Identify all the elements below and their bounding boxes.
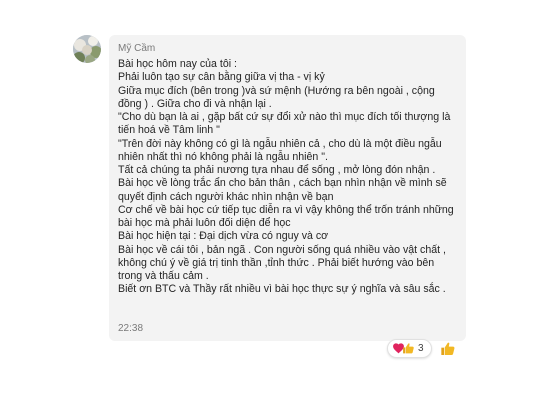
message-line: "Trên đời này không có gì là ngẫu nhiên …	[118, 137, 442, 150]
message-line: "Cho dù bạn là ai , gặp bất cứ sự đổi xử…	[118, 111, 451, 123]
reactions-summary[interactable]: 3	[387, 339, 432, 358]
message-body: Bài học hôm nay của tôi : Phải luôn tạo …	[118, 58, 460, 297]
thumbs-up-icon	[402, 342, 415, 355]
message-line: không chú ý về giá trị tinh thần ,tỉnh t…	[118, 256, 435, 269]
message-line: quyết định cách người khác nhìn nhận về …	[118, 190, 334, 203]
message-line: nhiên nhất thì nó không phải là ngẫu nhi…	[118, 150, 328, 163]
message-line: Biết ơn BTC và Thầy rất nhiều vì bài học…	[118, 283, 446, 296]
message-line: bài học mà phải luôn đối diện để học	[118, 217, 291, 229]
add-reaction-button[interactable]	[440, 341, 456, 357]
thumbs-up-icon	[441, 342, 455, 355]
message-timestamp: 22:38	[118, 323, 144, 334]
message-line: đồng ) . Giữa cho đi và nhận lại .	[118, 97, 272, 110]
message-line: Cơ chế về bài học cứ tiếp tục diễn ra vì…	[118, 203, 454, 216]
message-line: Bài học hiện tại : Đại dịch vừa có nguy …	[118, 230, 329, 243]
message-line: Bài học về cái tôi , bản ngã . Con người…	[118, 243, 446, 256]
message-line: trong và thấu cảm .	[118, 270, 209, 282]
message-line: tiến hoá về Tâm linh "	[118, 124, 220, 137]
message-line: Giữa mục đích (bên trong )và sứ mệnh (Hư…	[118, 84, 435, 97]
sender-avatar[interactable]	[73, 35, 101, 63]
reaction-count: 3	[418, 343, 424, 354]
message-line: Bài học hôm nay của tôi :	[118, 58, 237, 70]
sender-name: Mỹ Cầm	[118, 43, 156, 54]
message-line: Phải luôn tạo sự cân bằng giữa vị tha - …	[118, 71, 325, 84]
message-line: Bài học về lòng trắc ẩn cho bản thân , c…	[118, 177, 447, 190]
message-line: Tất cả chúng ta phải nương tựa nhau để s…	[118, 164, 436, 176]
chat-message-bubble[interactable]: Mỹ Cầm Bài học hôm nay của tôi : Phải lu…	[109, 35, 466, 341]
